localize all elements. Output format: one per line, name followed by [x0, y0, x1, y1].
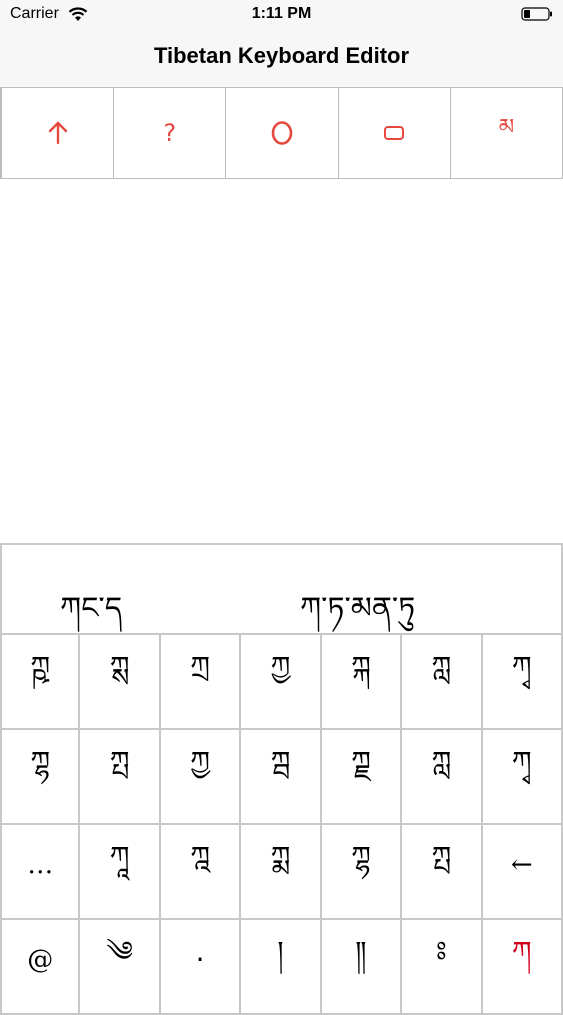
- key[interactable]: ཀྗ: [321, 730, 403, 825]
- key[interactable]: ཀླ: [402, 635, 483, 730]
- key[interactable]: ཀྷ: [321, 825, 403, 920]
- text-editor[interactable]: [0, 180, 563, 543]
- arrow-up-icon: [48, 121, 67, 145]
- suggestion-bar: ཀང་ད ཀ་ཏ་མན་ཏུ: [0, 545, 563, 635]
- question-icon: ?: [163, 119, 177, 147]
- toolbar: ? མ: [0, 87, 563, 179]
- key[interactable]: ཀྶ: [80, 635, 161, 730]
- page-title: Tibetan Keyboard Editor: [153, 43, 410, 68]
- shift-button[interactable]: [0, 88, 115, 179]
- at-key[interactable]: @: [0, 920, 81, 1015]
- help-button[interactable]: ?: [113, 88, 227, 179]
- battery-icon: [521, 7, 553, 21]
- circle-button[interactable]: [225, 88, 339, 179]
- key[interactable]: ཀྤ: [80, 730, 161, 825]
- key[interactable]: ཀྱ: [241, 635, 322, 730]
- circle-o-icon: [271, 121, 293, 145]
- key[interactable]: ཀླ: [402, 730, 483, 825]
- key[interactable]: ཀྵ: [0, 635, 81, 730]
- tibetan-ma-icon: མ: [498, 115, 515, 140]
- key[interactable]: ཀྲ: [160, 635, 242, 730]
- key[interactable]: ཀྦ: [241, 730, 322, 825]
- key[interactable]: ཀྭ: [482, 730, 563, 825]
- navigation-bar: Tibetan Keyboard Editor: [0, 30, 563, 88]
- key[interactable]: ༎: [321, 920, 403, 1015]
- backspace-key[interactable]: ←: [482, 825, 563, 920]
- key[interactable]: ·: [160, 920, 242, 1015]
- key[interactable]: །: [241, 920, 322, 1015]
- key[interactable]: ༄: [80, 920, 161, 1015]
- more-symbols-key[interactable]: …: [0, 825, 81, 920]
- key[interactable]: ཀྱ: [160, 730, 242, 825]
- status-bar: Carrier 1:11 PM: [0, 0, 563, 30]
- key[interactable]: ཀཱ: [80, 825, 161, 920]
- key[interactable]: ཀྰ: [160, 825, 242, 920]
- key[interactable]: ཀྨ: [241, 825, 322, 920]
- key-grid: ཀྵ ཀྶ ཀྲ ཀྱ ཀྐ ཀླ ཀྭ ཀྷ ཀྤ ཀྱ ཀྦ ཀྗ ཀླ ཀ…: [0, 635, 563, 1015]
- key[interactable]: ཀྷ: [0, 730, 81, 825]
- tibetan-ma-button[interactable]: མ: [449, 88, 563, 179]
- key[interactable]: ཿ: [402, 920, 483, 1015]
- clock: 1:11 PM: [251, 5, 312, 22]
- highlighted-key[interactable]: ཀ: [482, 920, 563, 1015]
- key[interactable]: ཀྐ: [321, 635, 403, 730]
- frame-button[interactable]: [337, 88, 451, 179]
- key[interactable]: ཀྤ: [402, 825, 483, 920]
- rounded-rect-icon: [384, 126, 405, 140]
- key[interactable]: ཀྭ: [482, 635, 563, 730]
- tibetan-keyboard: ཀང་ད ཀ་ཏ་མན་ཏུ ཀྵ ཀྶ ཀྲ ཀྱ ཀྐ ཀླ ཀྭ ཀྷ ཀ…: [0, 543, 563, 1015]
